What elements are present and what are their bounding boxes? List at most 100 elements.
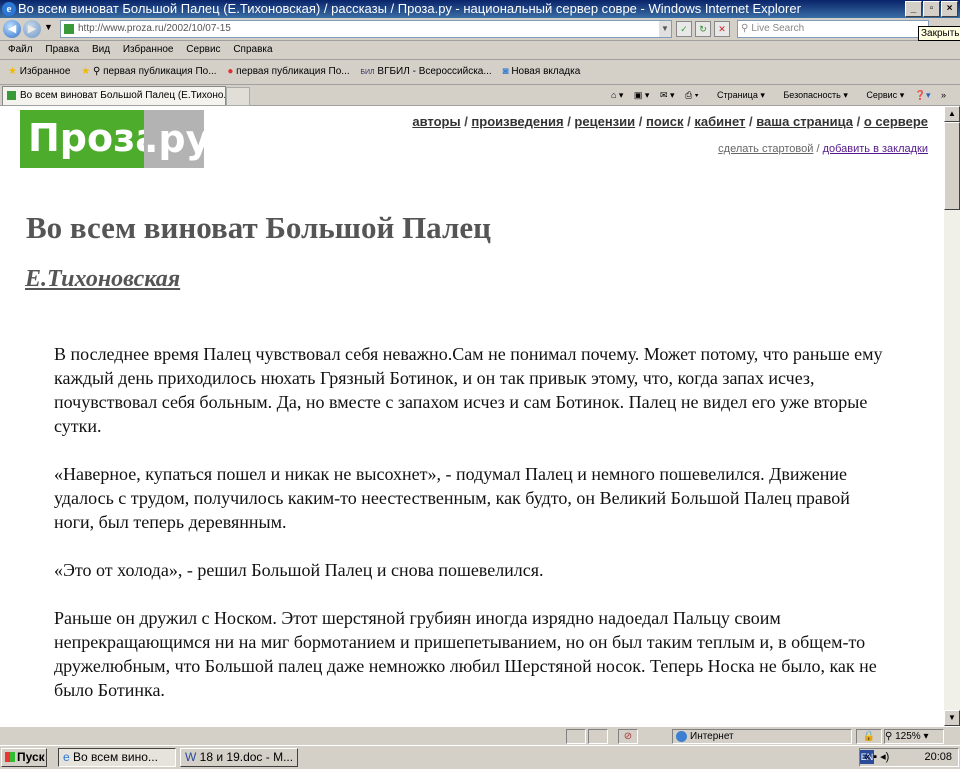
menu-tools[interactable]: Сервис <box>186 44 220 55</box>
favorites-bar: ★ Избранное ★ ⚲ первая публикация По... … <box>0 60 960 85</box>
start-button[interactable]: Пуск <box>1 748 47 767</box>
help-icon[interactable]: ❓▾ <box>915 90 931 100</box>
article-title: Во всем виноват Большой Палец <box>26 210 491 245</box>
print-icon[interactable]: ⎙ ▾ <box>685 90 698 100</box>
new-tab-button[interactable] <box>226 87 250 106</box>
start-label: Пуск <box>17 750 45 764</box>
favorite-link-label: первая публикация По... <box>236 66 350 77</box>
tab-active[interactable]: Во всем виноват Большой Палец (Е.Тихоно.… <box>2 86 226 105</box>
stop-icon[interactable]: ✕ <box>714 21 730 37</box>
paragraph: «Наверное, купаться пошел и никак не выс… <box>54 464 850 532</box>
search-input[interactable]: ⚲ Live Search <box>737 20 929 38</box>
maximize-button[interactable]: ▫ <box>923 1 940 17</box>
paragraph: Раньше он дружил с Носком. Этот шерстяно… <box>54 608 877 700</box>
taskbar: Пуск e Во всем вино... W 18 и 19.doc - M… <box>0 745 960 769</box>
add-bookmark-link[interactable]: добавить в закладки <box>823 143 928 155</box>
menu-file[interactable]: Файл <box>8 44 33 55</box>
compatibility-icon[interactable]: ✓ <box>676 21 692 37</box>
protected-mode-icon[interactable]: 🔒 <box>856 729 882 744</box>
home-icon[interactable]: ⌂ ▾ <box>611 90 623 100</box>
vertical-scrollbar[interactable]: ▲ ▼ <box>944 106 960 726</box>
site-nav: авторы / произведения / рецензии / поиск… <box>412 114 928 129</box>
address-input[interactable]: http://www.proza.ru/2002/10/07-15 ▼ <box>60 20 672 38</box>
status-cell <box>588 729 608 744</box>
menu-edit[interactable]: Правка <box>45 44 79 55</box>
address-dropdown-icon[interactable]: ▼ <box>659 21 671 37</box>
library-icon: БИЛ <box>360 69 375 76</box>
windows-logo-icon <box>5 752 15 762</box>
favorite-link-label: ВГБИЛ - Всероссийска... <box>377 66 492 77</box>
scroll-thumb[interactable] <box>944 122 960 210</box>
favorite-link-label: Новая вкладка <box>511 66 581 77</box>
page-icon: ● <box>227 66 234 77</box>
mail-icon[interactable]: ✉ ▾ <box>660 90 675 100</box>
forward-arrow-icon[interactable]: ▶ <box>23 20 41 38</box>
zone-label: Интернет <box>690 731 734 742</box>
nav-authors[interactable]: авторы <box>412 114 460 129</box>
feeds-icon[interactable]: ▣ ▾ <box>634 90 650 100</box>
search-placeholder: Live Search <box>751 23 805 34</box>
minimize-button[interactable]: _ <box>905 1 922 17</box>
refresh-icon[interactable]: ↻ <box>695 21 711 37</box>
safety-menu[interactable]: Безопасность ▾ <box>775 90 847 100</box>
logo-main-text: Проза <box>28 116 161 160</box>
menu-view[interactable]: Вид <box>92 44 110 55</box>
menu-bar: Файл Правка Вид Избранное Сервис Справка <box>0 41 960 60</box>
favorite-link-1[interactable]: ★ ⚲ первая публикация По... <box>81 66 216 77</box>
chevron-left-icon[interactable]: « <box>864 751 870 763</box>
page-menu[interactable]: Страница ▾ <box>709 90 765 100</box>
nav-works[interactable]: произведения <box>471 114 563 129</box>
nav-reviews[interactable]: рецензии <box>574 114 635 129</box>
back-arrow-icon[interactable]: ◀ <box>3 20 21 38</box>
blocked-icon[interactable]: ⊘ <box>618 729 638 744</box>
system-tray: « ▪ ◂) 20:08 <box>859 748 959 767</box>
menu-favorites[interactable]: Избранное <box>123 44 174 55</box>
site-subnav: сделать стартовой / добавить в закладки <box>718 143 928 155</box>
nav-about[interactable]: о сервере <box>864 114 928 129</box>
network-icon[interactable]: ▪ <box>873 751 877 763</box>
nav-search[interactable]: поиск <box>646 114 684 129</box>
internet-explorer-icon: e <box>2 2 16 16</box>
site-logo[interactable]: Проза .ру <box>20 110 210 168</box>
logo-suffix-text: .ру <box>144 110 210 168</box>
favorite-link-3[interactable]: БИЛ ВГБИЛ - Всероссийска... <box>360 66 491 77</box>
scroll-down-icon[interactable]: ▼ <box>944 710 960 726</box>
favorites-button[interactable]: ★ Избранное <box>8 66 70 77</box>
ie-page-icon: ◙ <box>502 66 509 77</box>
window-title: Во всем виноват Большой Палец (Е.Тихонов… <box>18 1 801 16</box>
task-label: Во всем вино... <box>73 750 158 764</box>
tools-menu[interactable]: Сервис ▾ <box>858 90 904 100</box>
nav-your-page[interactable]: ваша страница <box>756 114 853 129</box>
author-link[interactable]: Е.Тихоновская <box>25 266 180 293</box>
make-homepage-link[interactable]: сделать стартовой <box>718 143 813 155</box>
task-word[interactable]: W 18 и 19.doc - M... <box>180 748 298 767</box>
add-favorite-icon: ★ <box>81 66 91 77</box>
menu-help[interactable]: Справка <box>233 44 272 55</box>
favorite-link-4[interactable]: ◙ Новая вкладка <box>503 66 581 77</box>
favorites-label: Избранное <box>19 66 71 77</box>
internet-explorer-icon: e <box>63 750 70 764</box>
favorite-link-2[interactable]: ● первая публикация По... <box>227 66 349 77</box>
zone-indicator[interactable]: Интернет <box>672 729 852 744</box>
word-icon: W <box>185 750 197 764</box>
zoom-control[interactable]: ⚲ 125% ▾ <box>884 729 944 744</box>
favorite-link-label: первая публикация По... <box>103 66 217 77</box>
tab-favicon-icon <box>7 91 16 100</box>
task-ie[interactable]: e Во всем вино... <box>58 748 176 767</box>
command-bar: ⌂ ▾ ▣ ▾ ✉ ▾ ⎙ ▾ Страница ▾ Безопасность … <box>603 85 946 105</box>
clock[interactable]: 20:08 <box>924 749 952 766</box>
tools-menu-label: Сервис <box>866 90 898 100</box>
chevron-right-icon[interactable]: » <box>941 90 946 100</box>
status-cell <box>566 729 586 744</box>
article-body: В последнее время Палец чувствовал себя … <box>54 342 894 726</box>
zoom-label: 125% <box>895 731 921 742</box>
close-tooltip: Закрыть <box>918 26 960 41</box>
history-dropdown-icon[interactable]: ▼ <box>44 22 53 32</box>
page-content: Проза .ру авторы / произведения / реценз… <box>0 106 944 726</box>
search-icon: ⚲ <box>92 66 101 77</box>
volume-icon[interactable]: ◂) <box>880 751 889 763</box>
address-toolbar: ◀ ▶ ▼ http://www.proza.ru/2002/10/07-15 … <box>0 18 960 41</box>
nav-cabinet[interactable]: кабинет <box>694 114 745 129</box>
close-button[interactable]: × <box>941 1 958 17</box>
scroll-up-icon[interactable]: ▲ <box>944 106 960 122</box>
